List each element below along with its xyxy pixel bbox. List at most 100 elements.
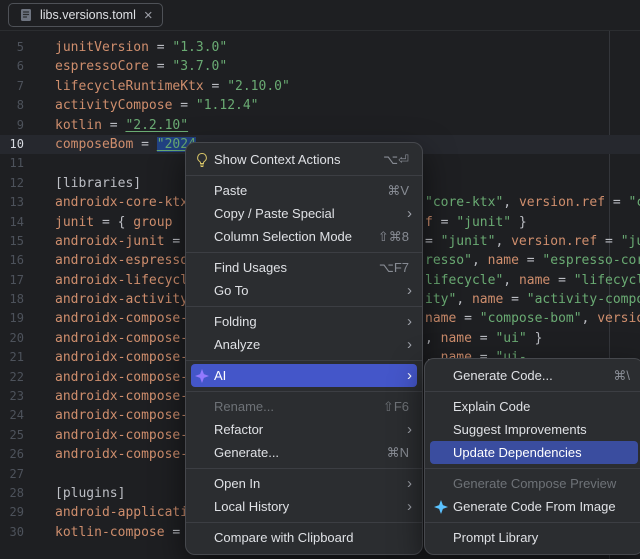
menu-item-rename: Rename...⇧F6 [191,395,417,418]
code-segment: = [149,40,172,55]
code-segment: = [597,234,620,249]
menu-item-label: AI [214,368,383,383]
code-line-5[interactable]: 5junitVersion = "1.3.0" [0,38,640,57]
menu-separator [186,306,422,307]
code-segment: "junit" [456,215,511,230]
code-text: androidx-activity- [55,290,196,309]
code-segment: = [102,118,125,133]
code-segment: "core-ktx" [425,195,503,210]
code-line-7[interactable]: 7lifecycleRuntimeKtx = "2.10.0" [0,77,640,96]
tab-bar: libs.versions.toml × [0,0,640,31]
menu-item-paste[interactable]: Paste⌘V [191,179,417,202]
code-text: composeBom = "2024 [55,135,196,154]
code-line-8[interactable]: 8activityCompose = "1.12.4" [0,96,640,115]
menu-item-label: Refactor [214,422,383,437]
menu-item-explain-code[interactable]: Explain Code [430,395,638,418]
code-segment: = [472,331,495,346]
code-segment: "3.7.0" [172,59,227,74]
code-segment: androidx-compose-u [55,408,196,423]
code-segment: androidx-compose-m [55,447,196,462]
code-segment: version.ref [519,195,605,210]
tab-libs-versions-toml[interactable]: libs.versions.toml × [8,3,163,27]
code-text: espressoCore = "3.7.0" [55,57,227,76]
menu-separator [425,468,640,469]
code-text: activityCompose = "1.12.4" [55,96,259,115]
code-segment: junit [55,215,94,230]
menu-item-refactor[interactable]: Refactor› [191,418,417,441]
menu-item-generate[interactable]: Generate...⌘N [191,441,417,464]
line-number: 25 [0,426,24,445]
code-segment: = [133,137,156,152]
code-text: androidx-compose-u [55,348,196,367]
menu-shortcut: ⌥F7 [379,260,409,276]
close-icon[interactable]: × [144,8,153,23]
menu-item-go-to[interactable]: Go To› [191,279,417,302]
menu-separator [425,522,640,523]
menu-item-generate-code-from-image[interactable]: Generate Code From Image [430,495,638,518]
code-text: name = "compose-bom", version.r [425,309,640,328]
line-number: 22 [0,368,24,387]
menu-item-column-selection-mode[interactable]: Column Selection Mode⇧⌘8 [191,225,417,248]
menu-shortcut: ⌥⏎ [383,152,409,168]
code-text: kotlin-compose = { [55,523,196,542]
code-segment: version.ref [511,234,597,249]
line-number: 5 [0,38,24,57]
code-segment: name [472,292,503,307]
line-number: 11 [0,154,24,173]
code-segment: "espresso-core" [542,253,640,268]
menu-item-open-in[interactable]: Open In› [191,472,417,495]
code-segment: "core [629,195,640,210]
context-menu: Show Context Actions⌥⏎ Paste⌘VCopy / Past… [185,142,423,555]
line-number: 21 [0,348,24,367]
code-line-9[interactable]: 9kotlin = "2.2.10" [0,116,640,135]
menu-item-suggest-improvements[interactable]: Suggest Improvements [430,418,638,441]
menu-item-prompt-library[interactable]: Prompt Library [430,526,638,549]
menu-item-compare-with-clipboard[interactable]: Compare with Clipboard [191,526,417,549]
code-segment: "lifecycle-r [574,273,640,288]
menu-item-label: Go To [214,283,383,298]
ide-window: libs.versions.toml × 5junitVersion = "1.… [0,0,640,559]
menu-item-update-dependencies[interactable]: Update Dependencies [430,441,638,464]
code-segment: androidx-core-ktx [55,195,188,210]
menu-item-local-history[interactable]: Local History› [191,495,417,518]
code-segment: androidx-espresso- [55,253,196,268]
menu-item-ai[interactable]: AI› [191,364,417,387]
menu-item-label: Analyze [214,337,383,352]
menu-item-label: Paste [214,183,363,198]
menu-separator [425,391,640,392]
code-segment: "junit" [441,234,496,249]
code-text: "core-ktx", version.ref = "core [425,193,640,212]
menu-item-label: Generate Compose Preview [453,476,630,491]
code-segment: = [550,273,573,288]
line-number: 10 [0,135,24,154]
code-segment: androidx-compose-u [55,331,196,346]
line-number: 20 [0,329,24,348]
code-segment: espressoCore [55,59,149,74]
code-segment: kotlin-compose [55,525,165,540]
code-line-6[interactable]: 6espressoCore = "3.7.0" [0,57,640,76]
code-text: androidx-compose-u [55,329,196,348]
code-text: androidx-compose-u [55,368,196,387]
menu-shortcut: ⇧F6 [383,399,409,415]
menu-item-show-context-actions[interactable]: Show Context Actions⌥⏎ [191,148,417,171]
menu-item-find-usages[interactable]: Find Usages ⌥F7 [191,256,417,279]
menu-item-analyze[interactable]: Analyze› [191,333,417,356]
line-number: 12 [0,174,24,193]
code-text: androidx-compose-b [55,309,196,328]
code-segment: = [519,253,542,268]
code-segment: name [519,273,550,288]
code-segment: f [425,215,433,230]
menu-item-copy-paste-special[interactable]: Copy / Paste Special› [191,202,417,225]
line-number: 29 [0,503,24,522]
code-text: androidx-junit = { [55,232,196,251]
line-number: 17 [0,271,24,290]
menu-item-label: Find Usages [214,260,355,275]
menu-item-generate-code[interactable]: Generate Code...⌘\ [430,364,638,387]
menu-separator [186,360,422,361]
code-segment: [plugins] [55,486,125,501]
code-segment: "ui" [495,331,526,346]
menu-item-label: Folding [214,314,383,329]
line-number: 26 [0,445,24,464]
menu-item-folding[interactable]: Folding› [191,310,417,333]
code-segment: , [425,331,441,346]
